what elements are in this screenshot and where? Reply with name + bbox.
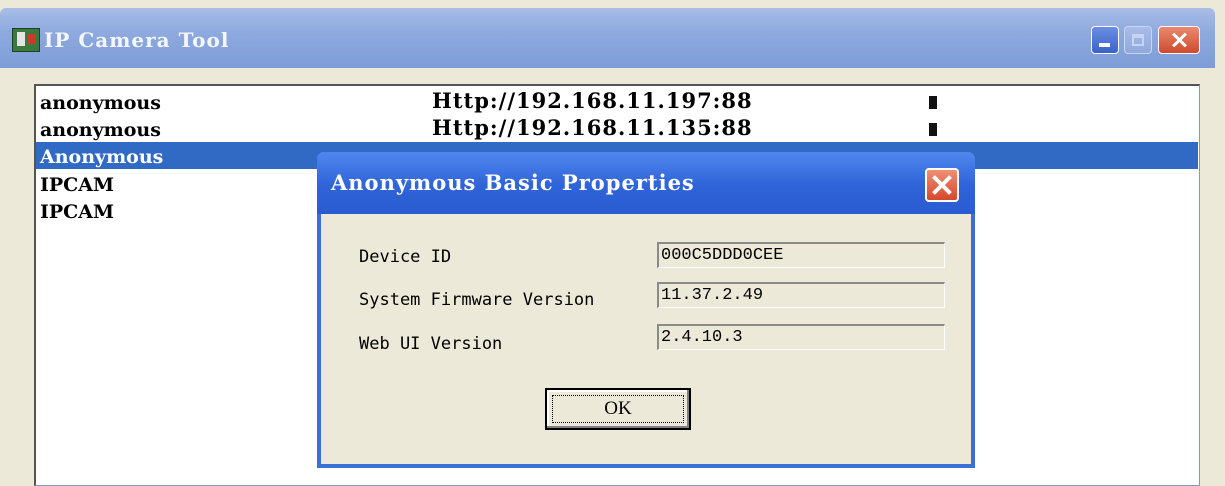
properties-dialog: Anonymous Basic Properties Device ID 000… xyxy=(317,152,975,468)
web-ui-version-label: Web UI Version xyxy=(359,334,503,354)
device-name: IPCAM xyxy=(40,174,115,196)
device-url: Http://192.168.11.135:88 xyxy=(432,115,753,140)
dialog-body: Device ID 000C5DDD0CEE System Firmware V… xyxy=(321,214,971,464)
dialog-close-icon[interactable] xyxy=(925,168,959,202)
maximize-icon[interactable] xyxy=(1124,26,1152,54)
device-name: Anonymous xyxy=(40,146,164,168)
device-id-label: Device ID xyxy=(359,247,452,267)
minimize-icon[interactable] xyxy=(1091,26,1119,54)
firmware-version-label: System Firmware Version xyxy=(359,290,595,310)
window-titlebar[interactable]: IP Camera Tool xyxy=(0,8,1215,68)
device-id-field[interactable]: 000C5DDD0CEE xyxy=(657,242,945,268)
device-name: anonymous xyxy=(40,92,161,114)
device-name: IPCAM xyxy=(40,201,115,223)
device-url: Http://192.168.11.197:88 xyxy=(432,88,753,113)
device-name: anonymous xyxy=(40,119,161,141)
list-item[interactable]: anonymous Http://192.168.11.135:88 xyxy=(36,115,1198,142)
camera-tool-icon xyxy=(12,28,40,52)
device-status-icon xyxy=(929,96,937,109)
dialog-title: Anonymous Basic Properties xyxy=(331,170,695,195)
web-ui-version-field[interactable]: 2.4.10.3 xyxy=(657,324,945,350)
ok-button-label: OK xyxy=(604,398,632,419)
dialog-titlebar[interactable]: Anonymous Basic Properties xyxy=(317,152,975,214)
ip-camera-tool-window: IP Camera Tool anonymous Http://192.168.… xyxy=(0,0,1225,486)
list-item[interactable]: anonymous Http://192.168.11.197:88 xyxy=(36,88,1198,115)
close-icon[interactable] xyxy=(1158,26,1200,54)
window-title: IP Camera Tool xyxy=(44,28,230,52)
device-status-icon xyxy=(929,123,937,136)
ok-button[interactable]: OK xyxy=(545,388,691,430)
firmware-version-field[interactable]: 11.37.2.49 xyxy=(657,282,945,308)
